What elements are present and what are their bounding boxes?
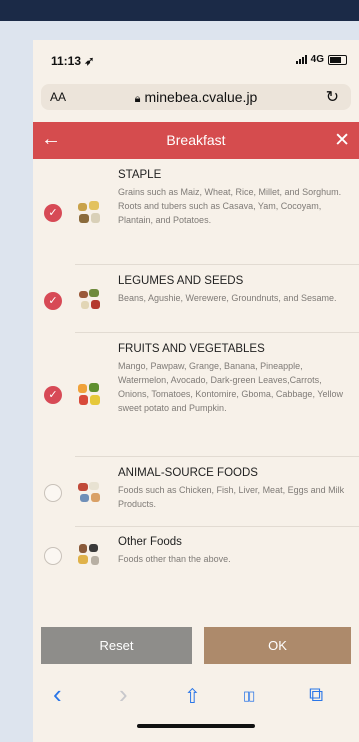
item-description: Grains such as Maiz, Wheat, Rice, Millet… [118, 187, 342, 225]
reload-icon[interactable]: ↻ [326, 87, 339, 107]
fruits-vegetables-icon [76, 382, 102, 408]
item-title: Other Foods [118, 536, 182, 548]
share-icon[interactable]: ⇧ [184, 684, 201, 709]
url-text: minebea.cvalue.jp [144, 89, 258, 105]
food-group-list: ✓ STAPLE Grains such as Maiz, Wheat, Ric… [33, 159, 359, 581]
checkbox-checked-icon[interactable]: ✓ [44, 204, 62, 222]
bookmarks-icon[interactable]: ▯▯ [243, 688, 255, 704]
home-indicator [137, 724, 255, 728]
staple-food-icon [76, 200, 102, 226]
signal-icon [295, 55, 307, 64]
lock-icon: 🔒︎ [134, 93, 141, 105]
item-text: Other Foods Foods other than the above. [118, 536, 353, 566]
battery-icon [328, 54, 347, 65]
reset-button[interactable]: Reset [41, 627, 192, 664]
top-dark-bar [0, 0, 359, 21]
tabs-icon[interactable]: ⧉ [309, 684, 323, 707]
list-item-animal-source-foods[interactable]: ANIMAL-SOURCE FOODS Foods such as Chicke… [33, 457, 359, 527]
item-text: ANIMAL-SOURCE FOODS Foods such as Chicke… [118, 467, 353, 511]
phone-screen: 11:13 ➶ 4G AA 🔒︎ minebea.cvalue.jp ↻ ← Br… [33, 40, 359, 742]
checkbox-checked-icon[interactable]: ✓ [44, 292, 62, 310]
nav-back-icon[interactable]: ‹ [53, 679, 62, 710]
status-indicators: 4G [295, 54, 347, 65]
status-bar: 11:13 ➶ 4G [33, 40, 359, 82]
other-foods-icon [76, 542, 102, 568]
nav-forward-icon[interactable]: › [119, 679, 128, 710]
list-item-legumes-and-seeds[interactable]: ✓ LEGUMES AND SEEDS Beans, Agushie, Were… [33, 265, 359, 333]
list-item-fruits-and-vegetables[interactable]: ✓ FRUITS AND VEGETABLES Mango, Pawpaw, G… [33, 333, 359, 457]
browser-toolbar: ‹ › ⇧ ▯▯ ⧉ [33, 676, 359, 720]
status-time: 11:13 ➶ [51, 54, 95, 68]
item-text: STAPLE Grains such as Maiz, Wheat, Rice,… [118, 169, 353, 227]
animal-foods-icon [76, 480, 102, 506]
checkbox-checked-icon[interactable]: ✓ [44, 386, 62, 404]
item-description: Foods other than the above. [118, 554, 231, 564]
item-description: Foods such as Chicken, Fish, Liver, Meat… [118, 485, 345, 509]
address-bar[interactable]: AA 🔒︎ minebea.cvalue.jp ↻ [41, 84, 351, 110]
checkbox-empty-icon[interactable] [44, 484, 62, 502]
item-title: FRUITS AND VEGETABLES [118, 343, 265, 355]
url-display[interactable]: 🔒︎ minebea.cvalue.jp [41, 89, 351, 106]
checkbox-empty-icon[interactable] [44, 547, 62, 565]
item-title: STAPLE [118, 169, 162, 181]
page-header: ← Breakfast ✕ [33, 122, 359, 159]
page-title: Breakfast [166, 132, 226, 148]
item-description: Mango, Pawpaw, Grange, Banana, Pineapple… [118, 361, 343, 413]
item-text: LEGUMES AND SEEDS Beans, Agushie, Werewe… [118, 275, 353, 305]
network-label: 4G [310, 54, 324, 65]
legumes-food-icon [76, 287, 102, 313]
close-icon[interactable]: ✕ [334, 129, 350, 152]
item-title: LEGUMES AND SEEDS [118, 275, 244, 287]
ok-button[interactable]: OK [204, 627, 351, 664]
list-item-staple[interactable]: ✓ STAPLE Grains such as Maiz, Wheat, Ric… [33, 159, 359, 265]
list-item-other-foods[interactable]: Other Foods Foods other than the above. [33, 527, 359, 581]
item-title: ANIMAL-SOURCE FOODS [118, 467, 258, 479]
item-description: Beans, Agushie, Werewere, Groundnuts, an… [118, 293, 337, 303]
item-text: FRUITS AND VEGETABLES Mango, Pawpaw, Gra… [118, 343, 353, 415]
